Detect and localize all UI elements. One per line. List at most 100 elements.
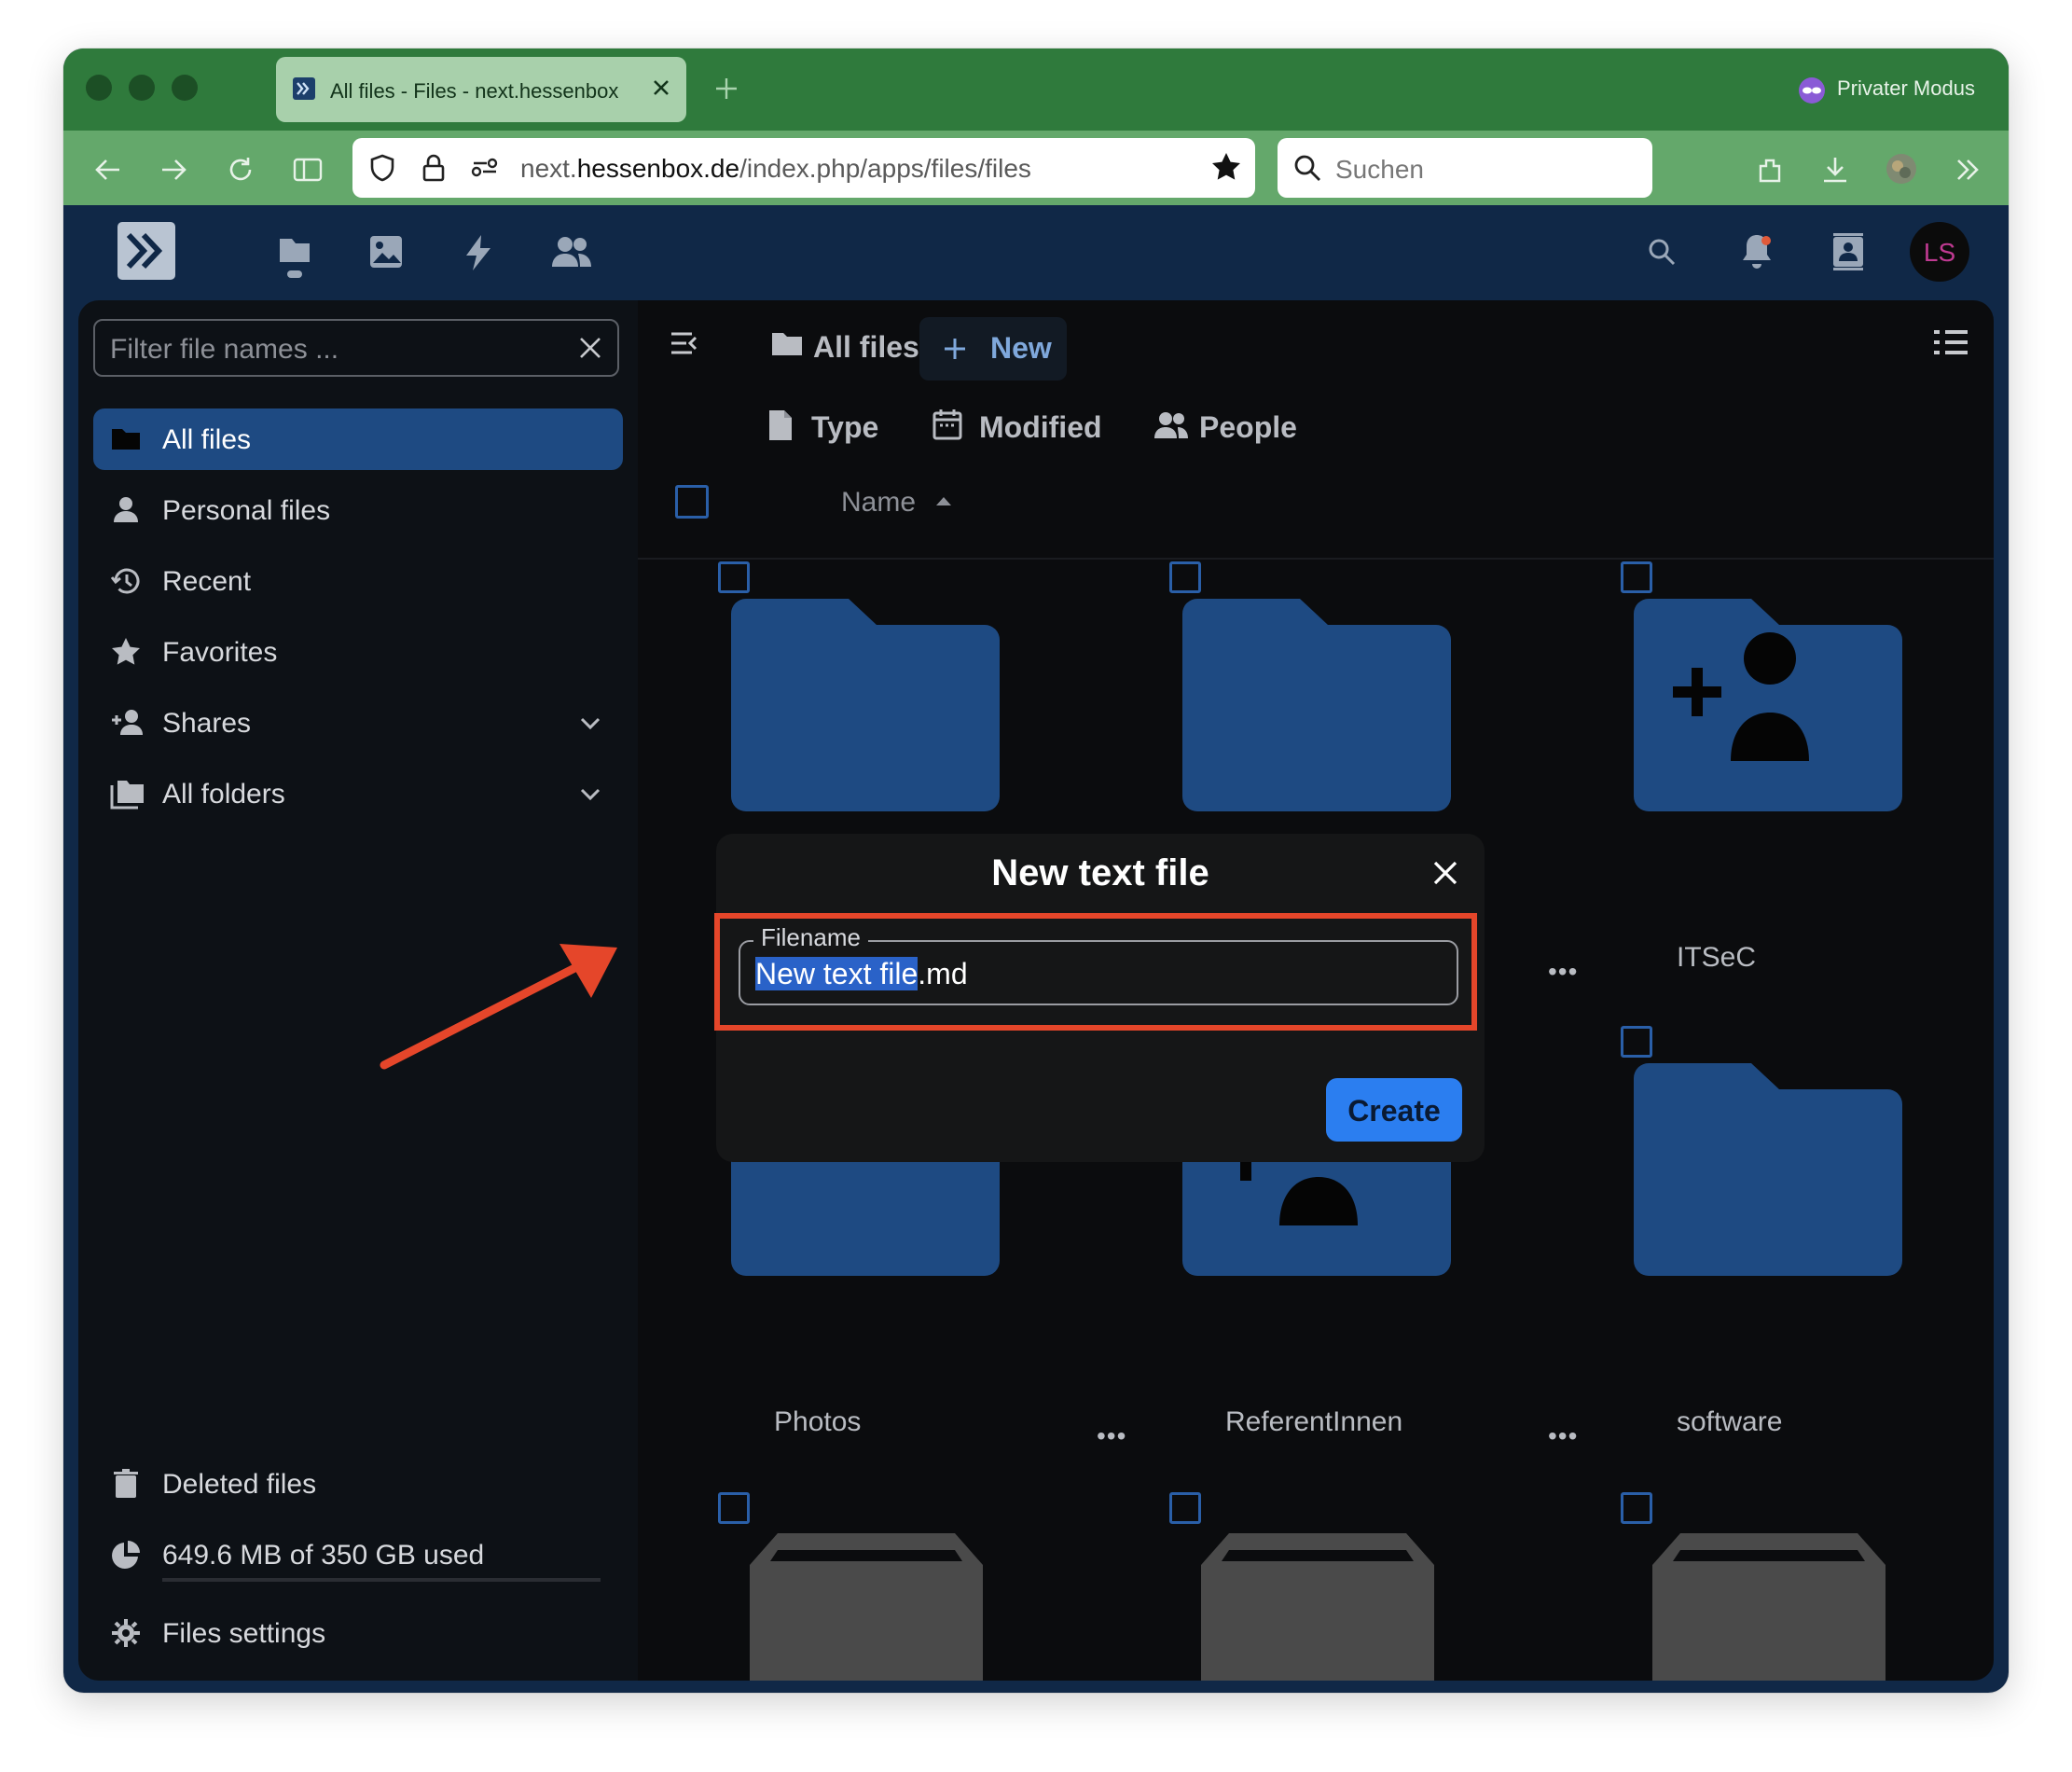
back-icon[interactable] [91,153,125,191]
header-divider [638,558,1994,560]
sidebar-item-label: All folders [162,779,285,810]
file-checkbox[interactable] [718,561,750,593]
folder-thumbnail[interactable] [1182,597,1451,811]
browser-search-bar[interactable]: Suchen [1278,138,1652,198]
extensions-icon[interactable] [1753,153,1787,191]
hessenbox-logo-icon[interactable] [117,222,175,284]
downloads-icon[interactable] [1818,153,1852,191]
file-actions-menu[interactable]: ••• [1548,957,1578,987]
folder-thumbnail[interactable] [1634,1061,1902,1276]
filter-modified[interactable]: Modified [932,397,1119,453]
chevron-down-icon[interactable] [578,713,602,738]
chevron-down-icon[interactable] [578,783,602,809]
lock-icon[interactable] [420,153,448,187]
sidebar-item-favorites[interactable]: Favorites [93,621,623,683]
sidebar-item-label: Shares [162,708,252,739]
minimize-window-button[interactable] [129,75,155,101]
contacts-app-icon[interactable] [550,233,593,275]
shared-folder-thumbnail[interactable] [1634,597,1902,811]
file-checkbox[interactable] [718,1492,750,1524]
filter-label: People [1199,410,1297,444]
file-name[interactable]: ITSeC [1677,942,1756,974]
sidebar-item-all-files[interactable]: All files [93,408,623,470]
sort-by-name[interactable]: Name [841,487,916,519]
folder-thumbnail[interactable] [731,597,1000,811]
quota-progress-bar [162,1578,601,1582]
contacts-menu-icon[interactable] [1830,231,1867,275]
bookmark-star-icon[interactable] [1210,151,1242,187]
sidebar-item-label: All files [162,424,252,455]
pie-chart-icon [110,1539,142,1571]
unified-search-icon[interactable] [1645,235,1678,273]
archive-thumbnail[interactable] [1652,1528,1886,1681]
close-tab-icon[interactable] [649,76,673,100]
tracking-shield-icon[interactable] [367,153,397,187]
search-icon [1292,153,1322,187]
filename-label: Filename [753,923,868,952]
close-icon[interactable] [1430,858,1460,893]
file-actions-menu[interactable]: ••• [1097,1421,1126,1451]
browser-tab[interactable]: All files - Files - next.hessenbox [276,57,686,122]
file-checkbox[interactable] [1621,1026,1652,1058]
file-name[interactable]: ReferentInnen [1225,1406,1402,1438]
address-bar[interactable]: next.hessenbox.de/index.php/apps/files/f… [352,138,1255,198]
file-actions-menu[interactable]: ••• [1548,1421,1578,1451]
file-name[interactable]: Photos [774,1406,861,1438]
new-button[interactable]: New [919,317,1067,381]
folders-icon [110,778,144,810]
user-avatar[interactable]: LS [1910,222,1969,282]
sidebar-item-files-settings[interactable]: Files settings [93,1602,623,1664]
profile-icon[interactable] [1884,151,1919,191]
history-icon [110,565,142,597]
new-button-label: New [990,331,1052,365]
filter-type[interactable]: Type [767,397,897,453]
sidebar-item-personal-files[interactable]: Personal files [93,479,623,541]
archive-thumbnail[interactable] [1201,1528,1434,1681]
toggle-navigation-icon[interactable] [668,328,701,363]
files-app-icon[interactable] [276,233,313,284]
more-tools-icon[interactable] [1951,153,1984,191]
breadcrumb-folder-icon [770,330,804,363]
permissions-icon[interactable] [470,155,500,186]
filter-people[interactable]: People [1153,397,1320,453]
url-text[interactable]: next.hessenbox.de/index.php/apps/files/f… [520,154,1031,184]
maximize-window-button[interactable] [172,75,198,101]
sidebar-item-label: Personal files [162,495,331,526]
selected-text: New text file [755,957,919,990]
sidebar-item-shares[interactable]: Shares [93,692,623,754]
browser-window: All files - Files - next.hessenbox Priva… [63,48,2009,1693]
document-icon [767,408,794,447]
sidebar-toggle-icon[interactable] [291,153,325,191]
new-tab-icon[interactable] [712,75,740,103]
file-extension: .md [918,957,968,990]
filename-value[interactable]: New text file.md [755,957,968,991]
sidebar-item-all-folders[interactable]: All folders [93,763,623,824]
storage-quota[interactable]: 649.6 MB of 350 GB used [93,1524,623,1585]
file-checkbox[interactable] [1621,561,1652,593]
private-mode-label: Privater Modus [1837,76,1975,100]
new-text-file-dialog: New text file Filename New text file.md … [714,834,1485,1162]
close-window-button[interactable] [86,75,112,101]
notifications-icon[interactable] [1738,231,1775,275]
create-button[interactable]: Create [1326,1078,1462,1142]
folder-icon [110,423,142,455]
file-name[interactable]: software [1677,1406,1782,1438]
activity-app-icon[interactable] [463,233,494,277]
file-checkbox[interactable] [1169,1492,1201,1524]
reload-icon[interactable] [224,153,257,191]
person-icon [110,494,142,526]
filter-file-names-input[interactable]: Filter file names ... [93,319,619,377]
archive-thumbnail[interactable] [750,1528,983,1681]
select-all-checkbox[interactable] [675,485,709,519]
annotation-arrow [380,944,617,1070]
photos-app-icon[interactable] [367,233,405,275]
sidebar-item-deleted-files[interactable]: Deleted files [93,1453,623,1515]
view-list-icon[interactable] [1932,328,1969,365]
breadcrumb[interactable]: All files [813,330,919,365]
forward-icon[interactable] [157,153,190,191]
filename-field[interactable]: Filename New text file.md [739,923,1458,1005]
file-checkbox[interactable] [1621,1492,1652,1524]
clear-filter-icon[interactable] [576,334,604,367]
file-checkbox[interactable] [1169,561,1201,593]
sidebar-item-recent[interactable]: Recent [93,550,623,612]
